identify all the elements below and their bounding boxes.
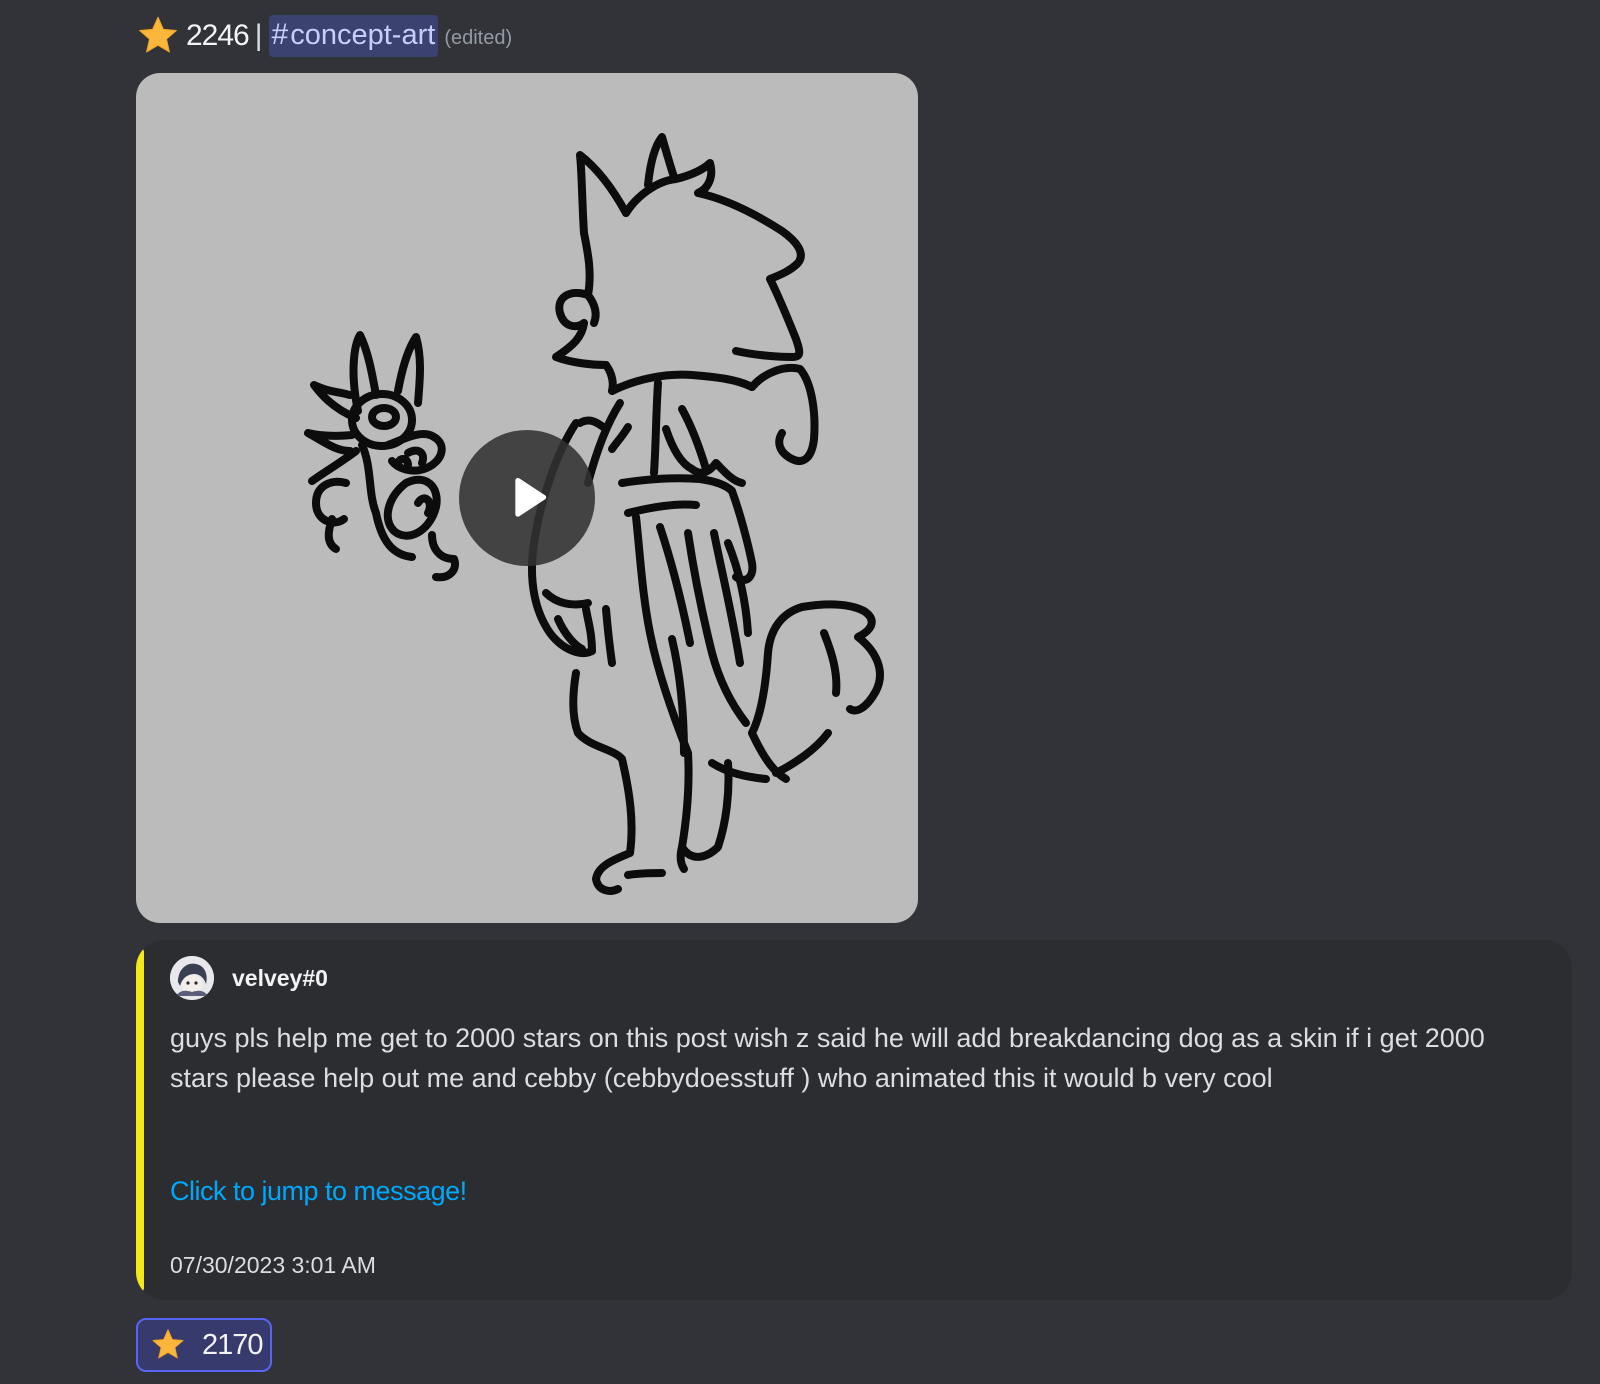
hash-icon: #	[271, 18, 289, 51]
embed-accent-bar	[136, 948, 144, 1292]
star-icon	[150, 1327, 186, 1363]
jump-to-message-link[interactable]: Click to jump to message!	[170, 1176, 467, 1207]
star-icon	[136, 14, 180, 58]
embed-description: guys pls help me get to 2000 stars on th…	[170, 1023, 1485, 1093]
play-icon	[515, 477, 547, 517]
message-embed: velvey#0 guys pls help me get to 2000 st…	[136, 940, 1572, 1300]
author-name[interactable]: velvey#0	[232, 965, 328, 992]
channel-mention[interactable]: # concept-art	[268, 15, 439, 57]
embed-timestamp: 07/30/2023 3:01 AM	[170, 1252, 376, 1278]
edited-label: (edited)	[444, 26, 513, 49]
channel-name: concept-art	[290, 18, 436, 51]
starboard-message: 2246 | # concept-art (edited) velvey#0 g…	[0, 0, 1600, 1384]
embed-author[interactable]: velvey#0	[170, 956, 328, 1000]
separator: |	[254, 19, 263, 52]
reaction-count: 2170	[202, 1328, 264, 1361]
avatar-image	[170, 956, 214, 1000]
avatar[interactable]	[170, 956, 214, 1000]
video-attachment[interactable]	[136, 73, 918, 923]
starboard-header: 2246 | # concept-art (edited)	[136, 12, 512, 60]
play-button[interactable]	[459, 430, 595, 566]
star-reaction-button[interactable]: 2170	[136, 1318, 272, 1372]
star-count: 2246	[186, 19, 250, 52]
